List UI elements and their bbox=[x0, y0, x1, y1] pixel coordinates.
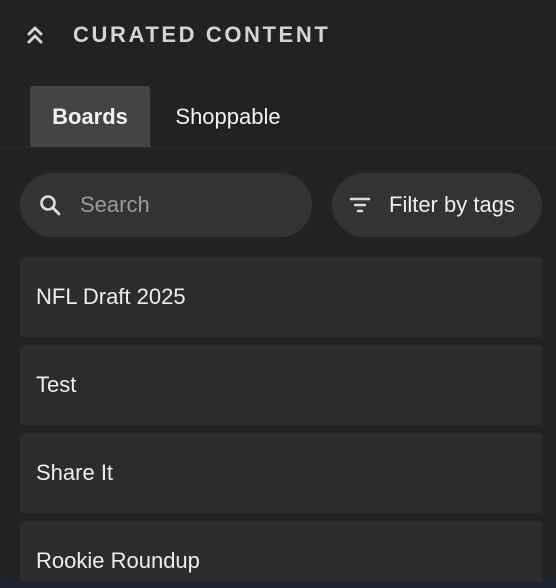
search-box[interactable] bbox=[20, 173, 312, 237]
tab-boards[interactable]: Boards bbox=[30, 86, 150, 147]
panel-title: CURATED CONTENT bbox=[73, 22, 331, 47]
content-tabs: Boards Shoppable bbox=[0, 86, 556, 148]
board-item-share-it[interactable]: Share It bbox=[20, 433, 542, 513]
search-icon bbox=[40, 195, 61, 216]
board-item-rookie-roundup[interactable]: Rookie Roundup bbox=[20, 521, 542, 582]
board-item-test[interactable]: Test bbox=[20, 345, 542, 425]
board-item-label: Rookie Roundup bbox=[36, 548, 200, 573]
filter-icon bbox=[349, 197, 371, 213]
search-input[interactable] bbox=[80, 173, 300, 237]
filter-by-tags-button[interactable]: Filter by tags bbox=[332, 173, 542, 237]
panel-header: CURATED CONTENT bbox=[0, 0, 556, 70]
curated-content-panel: CURATED CONTENT Boards Shoppable Filter … bbox=[0, 0, 556, 582]
tab-shoppable[interactable]: Shoppable bbox=[160, 86, 296, 147]
chevron-double-up-icon[interactable] bbox=[24, 24, 46, 46]
board-item-nfl-draft-2025[interactable]: NFL Draft 2025 bbox=[20, 257, 542, 337]
board-item-label: NFL Draft 2025 bbox=[36, 284, 186, 309]
filter-by-tags-label: Filter by tags bbox=[389, 192, 515, 217]
board-item-label: Test bbox=[36, 372, 77, 397]
board-item-label: Share It bbox=[36, 460, 114, 485]
